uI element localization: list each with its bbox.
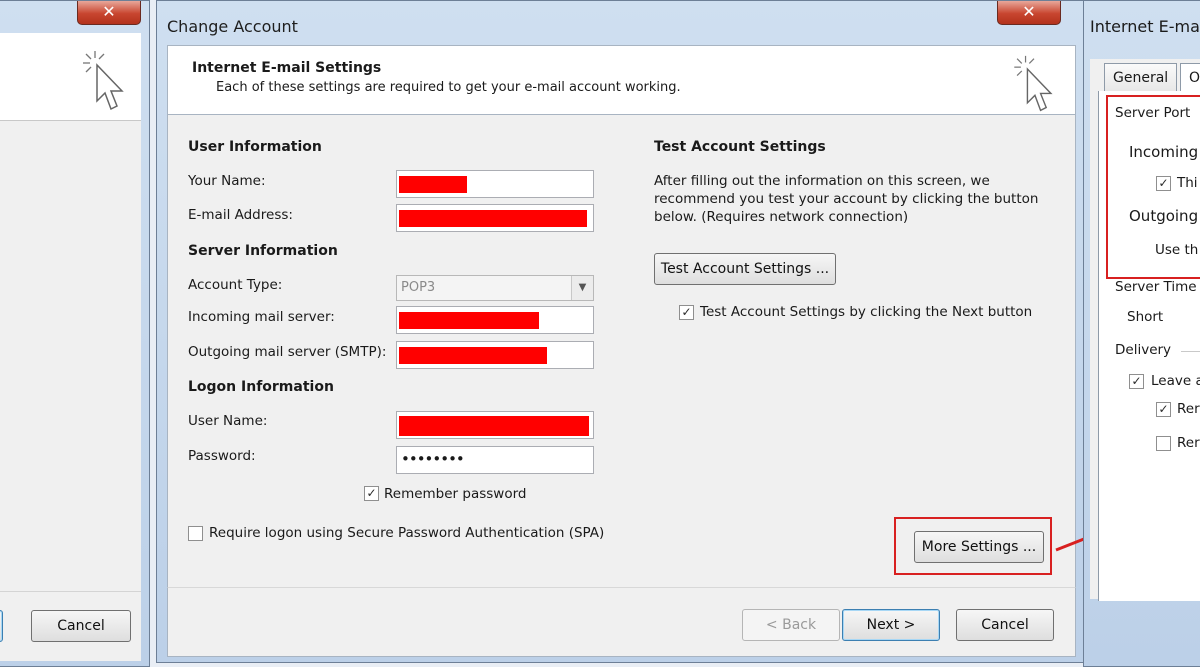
remove-when-deleted-label: Rer xyxy=(1177,435,1200,451)
your-name-field[interactable] xyxy=(396,170,594,198)
settings-panel: User Information Your Name: E-mail Addre… xyxy=(167,115,1076,587)
account-type-label: Account Type: xyxy=(188,277,283,293)
logon-information-heading: Logon Information xyxy=(188,379,334,395)
change-account-dialog: Change Account ✕ Internet E-mail Setting… xyxy=(156,0,1088,663)
email-address-label: E-mail Address: xyxy=(188,207,293,223)
tab-other[interactable]: O xyxy=(1180,63,1200,93)
spa-label: Require logon using Secure Password Auth… xyxy=(209,525,605,541)
chevron-down-icon[interactable]: ▼ xyxy=(571,276,593,300)
password-value: •••••••• xyxy=(401,450,465,468)
test-account-settings-button[interactable]: Test Account Settings ... xyxy=(654,253,836,285)
redaction-bar xyxy=(399,416,589,436)
dialog-header: Internet E-mail Settings Each of these s… xyxy=(167,45,1076,115)
test-description-line3: below. (Requires network connection) xyxy=(654,209,909,225)
test-account-heading: Test Account Settings xyxy=(654,139,826,155)
user-information-heading: User Information xyxy=(188,139,322,155)
internet-email-settings-window: Internet E-ma General O Server Port Inco… xyxy=(1083,0,1200,667)
remove-when-deleted-checkbox[interactable] xyxy=(1156,436,1171,451)
test-description-line2: recommend you test your account by click… xyxy=(654,191,1039,207)
your-name-label: Your Name: xyxy=(188,173,266,189)
account-type-value: POP3 xyxy=(401,280,436,295)
incoming-server-label: Incoming mail server: xyxy=(188,309,335,325)
header-title: Internet E-mail Settings xyxy=(192,60,382,76)
incoming-server-field[interactable] xyxy=(396,306,594,334)
email-address-field[interactable] xyxy=(396,204,594,232)
remember-password-label: Remember password xyxy=(384,486,527,502)
server-timeout-label: Server Time xyxy=(1115,279,1197,295)
redaction-bar xyxy=(399,312,539,329)
cursor-sparkle-icon xyxy=(1014,55,1053,112)
more-settings-button[interactable]: More Settings ... xyxy=(914,531,1044,563)
outgoing-server-label: Outgoing mail server (SMTP): xyxy=(188,344,387,360)
leave-copy-label: Leave a xyxy=(1151,373,1200,389)
left-window-footer: Cancel xyxy=(0,591,141,661)
tab-general[interactable]: General xyxy=(1104,63,1178,93)
background-window-left: ✕ Cancel xyxy=(0,0,150,667)
divider xyxy=(1181,351,1200,352)
redaction-bar xyxy=(399,176,467,193)
left-window-header xyxy=(0,33,141,121)
user-name-field[interactable] xyxy=(396,411,594,439)
redaction-bar xyxy=(399,347,547,364)
test-description-line1: After filling out the information on thi… xyxy=(654,173,990,189)
password-label: Password: xyxy=(188,448,256,464)
cancel-button[interactable]: Cancel xyxy=(31,610,131,642)
close-icon[interactable]: ✕ xyxy=(997,1,1061,25)
ok-button-partial[interactable] xyxy=(0,610,3,642)
window-title: Change Account xyxy=(167,17,298,36)
short-label: Short xyxy=(1127,309,1164,325)
remember-password-checkbox[interactable]: ✓ xyxy=(364,486,379,501)
test-on-next-checkbox[interactable]: ✓ xyxy=(679,305,694,320)
next-button[interactable]: Next > xyxy=(842,609,940,641)
password-field[interactable]: •••••••• xyxy=(396,446,594,474)
cursor-sparkle-icon xyxy=(83,51,124,111)
header-description: Each of these settings are required to g… xyxy=(216,80,681,95)
back-button[interactable]: < Back xyxy=(742,609,840,641)
cancel-button[interactable]: Cancel xyxy=(956,609,1054,641)
remove-after-days-checkbox[interactable]: ✓ xyxy=(1156,402,1171,417)
highlight-box-server-port xyxy=(1106,95,1200,279)
delivery-label: Delivery xyxy=(1115,342,1172,358)
left-window-body xyxy=(0,121,141,591)
close-icon[interactable]: ✕ xyxy=(77,1,141,25)
remove-after-days-label: Rer xyxy=(1177,401,1200,417)
server-information-heading: Server Information xyxy=(188,243,338,259)
test-on-next-label: Test Account Settings by clicking the Ne… xyxy=(700,304,1033,320)
leave-copy-checkbox[interactable]: ✓ xyxy=(1129,374,1144,389)
window-title: Internet E-ma xyxy=(1090,17,1200,36)
outgoing-server-field[interactable] xyxy=(396,341,594,369)
dialog-footer: < Back Next > Cancel xyxy=(167,587,1076,657)
spa-checkbox[interactable] xyxy=(188,526,203,541)
account-type-select[interactable]: POP3 ▼ xyxy=(396,275,594,301)
user-name-label: User Name: xyxy=(188,413,268,429)
redaction-bar xyxy=(399,210,587,227)
